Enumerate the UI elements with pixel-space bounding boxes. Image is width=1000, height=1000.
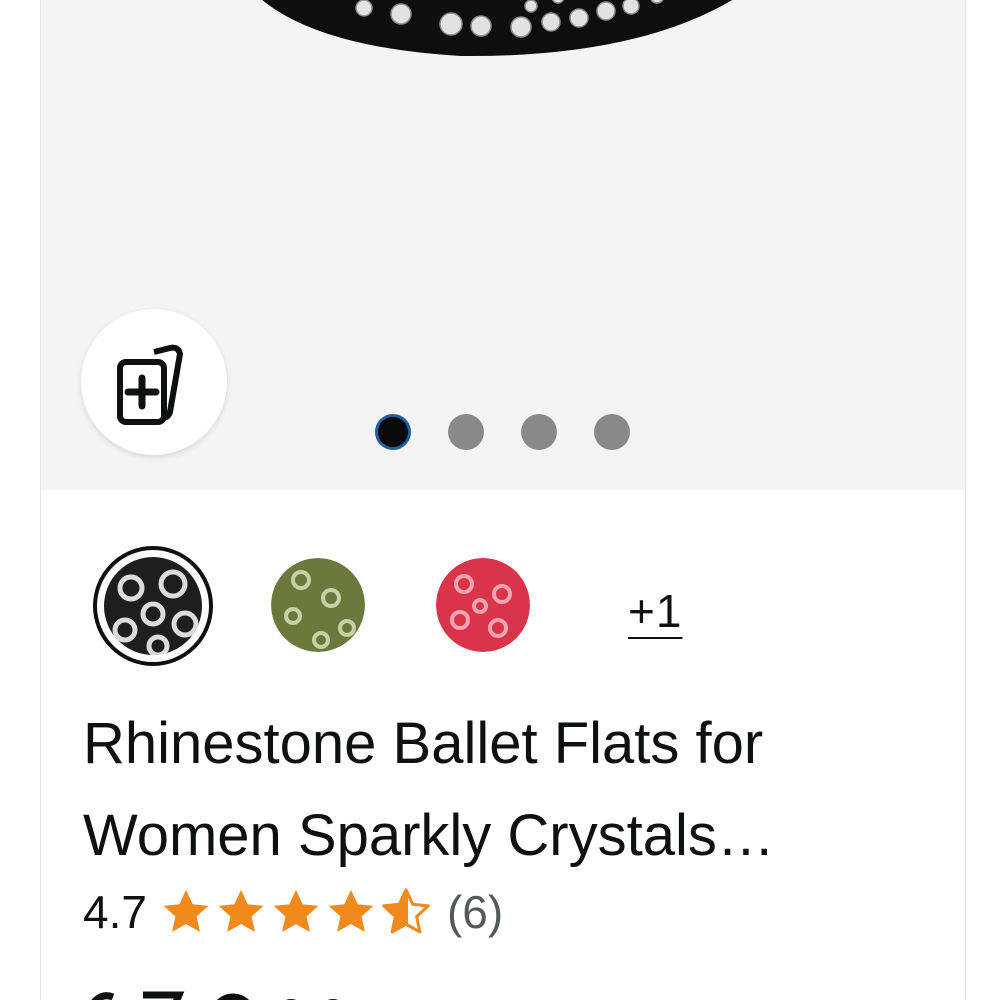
color-swatches: +1 xyxy=(93,546,693,670)
product-image[interactable] xyxy=(231,0,771,58)
red-swatch[interactable] xyxy=(436,558,530,652)
price-partial xyxy=(91,991,339,1000)
image-dot-4[interactable] xyxy=(594,414,630,450)
add-to-compare-button[interactable] xyxy=(81,309,227,455)
rating-value: 4.7 xyxy=(83,886,147,938)
product-title[interactable]: Rhinestone Ballet Flats for Women Sparkl… xyxy=(83,698,943,882)
image-pagination-dots xyxy=(375,414,630,450)
more-colors-link[interactable]: +1 xyxy=(628,584,682,638)
star-full-icon xyxy=(218,889,264,932)
olive-swatch[interactable] xyxy=(271,558,365,652)
product-title-line-2: Women Sparkly Crystals… xyxy=(83,803,775,868)
image-dot-3[interactable] xyxy=(521,414,557,450)
star-full-icon xyxy=(328,889,374,932)
red-swatch-image xyxy=(436,558,530,652)
product-card-page: +1 Rhinestone Ballet Flats for Women Spa… xyxy=(0,0,1000,1000)
product-image-gallery[interactable] xyxy=(41,0,965,490)
star-rating xyxy=(159,886,433,938)
add-to-compare-icon xyxy=(117,344,183,425)
product-card[interactable]: +1 Rhinestone Ballet Flats for Women Spa… xyxy=(40,0,966,1000)
review-count[interactable]: (6) xyxy=(447,885,503,939)
star-full-icon xyxy=(273,889,319,932)
star-full-icon xyxy=(163,889,209,932)
product-title-line-1: Rhinestone Ballet Flats for xyxy=(83,711,764,776)
image-dot-2[interactable] xyxy=(448,414,484,450)
black-swatch-image xyxy=(104,557,202,655)
rating-row[interactable]: 4.7 (6) xyxy=(83,880,503,944)
image-dot-1[interactable] xyxy=(375,414,411,450)
black-swatch[interactable] xyxy=(93,546,213,666)
olive-swatch-image xyxy=(271,558,365,652)
star-half-icon xyxy=(382,888,430,934)
